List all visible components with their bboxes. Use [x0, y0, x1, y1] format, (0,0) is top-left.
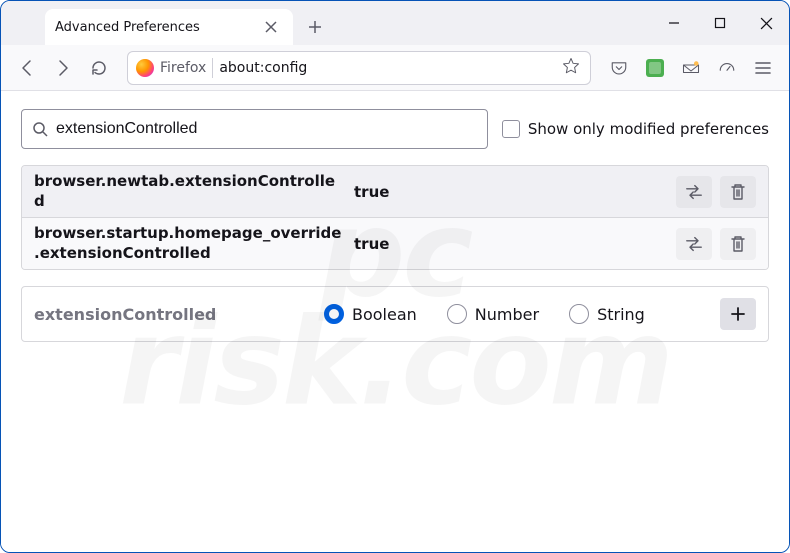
url-text: about:config: [219, 60, 554, 76]
radio-icon: [447, 304, 467, 324]
delete-button[interactable]: [720, 228, 756, 260]
window-controls: [651, 1, 789, 45]
preference-name: browser.newtab.extensionControlled: [34, 172, 354, 211]
radio-label: Boolean: [352, 305, 417, 324]
search-input[interactable]: [56, 120, 477, 138]
nav-toolbar: Firefox about:config: [1, 45, 789, 91]
pocket-icon[interactable]: [603, 52, 635, 84]
radio-icon: [324, 304, 344, 324]
add-preference-name: extensionControlled: [34, 305, 324, 324]
preference-value: true: [354, 183, 676, 201]
add-preference-row: extensionControlled Boolean Number Strin…: [21, 286, 769, 342]
forward-button[interactable]: [47, 52, 79, 84]
type-radio-group: Boolean Number String: [324, 304, 720, 324]
tab-title: Advanced Preferences: [55, 20, 200, 35]
preference-name: browser.startup.homepage_override.extens…: [34, 224, 354, 263]
radio-label: Number: [475, 305, 539, 324]
maximize-button[interactable]: [697, 1, 743, 45]
search-icon: [32, 121, 48, 137]
browser-tab[interactable]: Advanced Preferences: [45, 9, 293, 45]
firefox-logo-icon: [136, 59, 154, 77]
toggle-button[interactable]: [676, 176, 712, 208]
preference-row: browser.newtab.extensionControlled true: [22, 166, 768, 218]
account-icon[interactable]: [675, 52, 707, 84]
show-only-modified-checkbox[interactable]: Show only modified preferences: [502, 120, 769, 138]
preference-row: browser.startup.homepage_override.extens…: [22, 218, 768, 269]
preference-value: true: [354, 235, 676, 253]
checkbox-icon: [502, 120, 520, 138]
titlebar: Advanced Preferences: [1, 1, 789, 45]
radio-label: String: [597, 305, 645, 324]
show-only-modified-label: Show only modified preferences: [528, 120, 769, 138]
url-identity-label: Firefox: [160, 60, 206, 76]
toggle-button[interactable]: [676, 228, 712, 260]
add-button[interactable]: [720, 298, 756, 330]
reload-button[interactable]: [83, 52, 115, 84]
delete-button[interactable]: [720, 176, 756, 208]
preferences-table: browser.newtab.extensionControlled true …: [21, 165, 769, 270]
url-divider: [212, 58, 213, 78]
radio-boolean[interactable]: Boolean: [324, 304, 417, 324]
url-bar[interactable]: Firefox about:config: [127, 51, 591, 85]
new-tab-button[interactable]: [299, 11, 331, 43]
back-button[interactable]: [11, 52, 43, 84]
close-tab-icon[interactable]: [259, 15, 283, 39]
dashboard-icon[interactable]: [711, 52, 743, 84]
extension-icon[interactable]: [639, 52, 671, 84]
content-area: Show only modified preferences browser.n…: [1, 91, 789, 552]
menu-icon[interactable]: [747, 52, 779, 84]
bookmark-star-icon[interactable]: [560, 57, 582, 79]
search-box[interactable]: [21, 109, 488, 149]
minimize-button[interactable]: [651, 1, 697, 45]
radio-string[interactable]: String: [569, 304, 645, 324]
radio-number[interactable]: Number: [447, 304, 539, 324]
close-window-button[interactable]: [743, 1, 789, 45]
radio-icon: [569, 304, 589, 324]
